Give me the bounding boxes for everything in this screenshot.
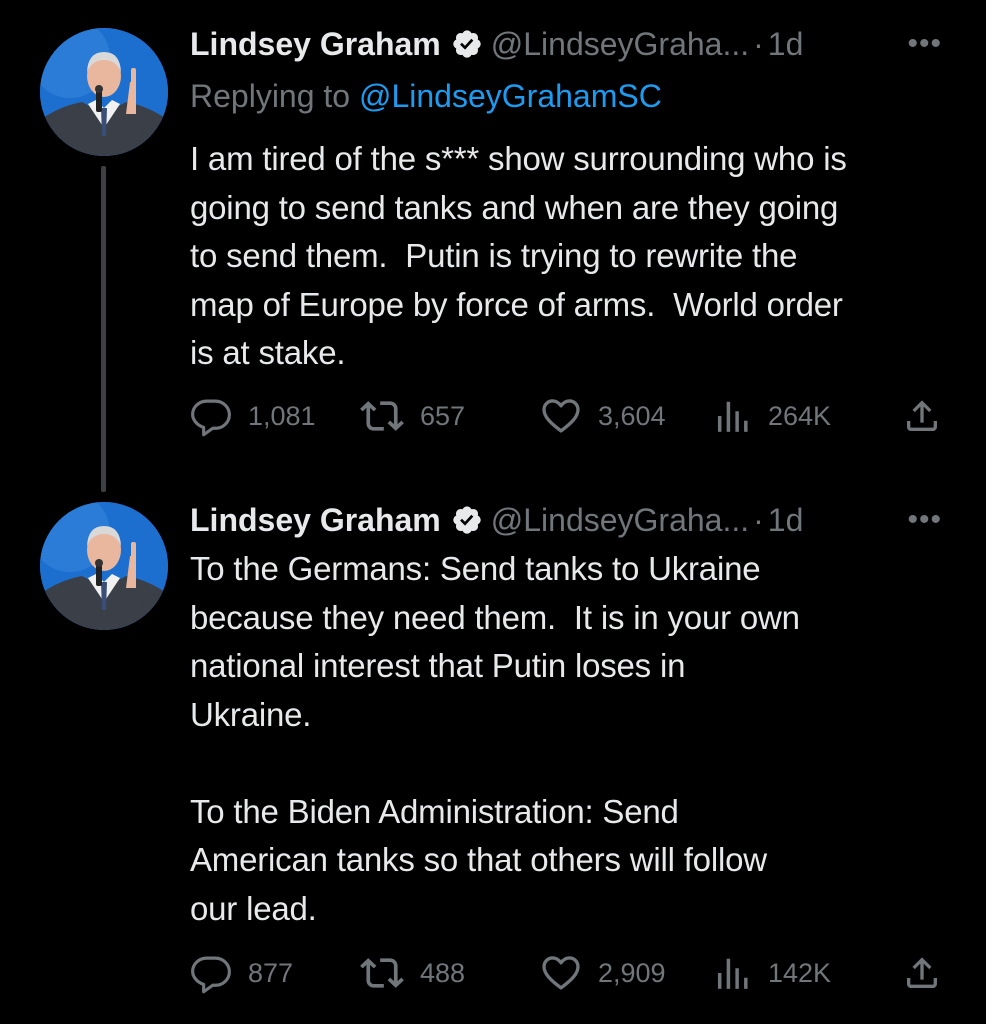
retweet-icon: [360, 394, 404, 438]
tweet-header: Lindsey Graham @LindseyGraha... · 1d •••: [190, 24, 946, 64]
avatar-image: [40, 502, 168, 630]
separator-dot: ·: [753, 26, 764, 62]
replying-to-label: Replying to: [190, 78, 359, 114]
views-button[interactable]: 142K: [714, 951, 831, 995]
retweet-button[interactable]: 657: [360, 394, 465, 438]
avatar-image: [40, 28, 168, 156]
retweet-icon: [360, 951, 404, 995]
reply-button[interactable]: 877: [190, 951, 293, 995]
tweet-actions: 877 488 2,909 142K: [190, 951, 950, 995]
views-count: 264K: [768, 400, 832, 431]
views-icon: [714, 954, 752, 992]
reply-icon: [190, 952, 232, 994]
like-button[interactable]: 3,604: [540, 394, 666, 438]
author-handle[interactable]: @LindseyGraha...: [491, 24, 749, 64]
replying-to: Replying to @LindseyGrahamSC: [190, 76, 662, 116]
verified-badge-icon[interactable]: [451, 504, 483, 536]
share-button[interactable]: [902, 394, 942, 438]
more-icon[interactable]: •••: [907, 500, 942, 540]
more-icon[interactable]: •••: [907, 24, 942, 64]
like-count: 3,604: [598, 400, 666, 431]
reply-icon: [190, 395, 232, 437]
reply-count: 1,081: [248, 400, 316, 431]
avatar[interactable]: [40, 28, 168, 156]
share-icon: [902, 396, 942, 436]
verified-badge-icon[interactable]: [451, 28, 483, 60]
tweet-header: Lindsey Graham @LindseyGraha... · 1d •••: [190, 500, 946, 540]
like-count: 2,909: [598, 957, 666, 988]
replying-to-mention[interactable]: @LindseyGrahamSC: [359, 78, 662, 114]
views-button[interactable]: 264K: [714, 394, 831, 438]
reply-button[interactable]: 1,081: [190, 394, 316, 438]
separator-dot: ·: [753, 502, 764, 538]
share-button[interactable]: [902, 951, 942, 995]
tweet-text: To the Germans: Send tanks to Ukraine be…: [190, 550, 800, 927]
like-icon: [540, 952, 582, 994]
views-count: 142K: [768, 957, 832, 988]
retweet-count: 488: [420, 957, 466, 988]
retweet-count: 657: [420, 400, 466, 431]
timestamp[interactable]: 1d: [768, 500, 804, 540]
avatar[interactable]: [40, 502, 168, 630]
tweet-1[interactable]: Lindsey Graham @LindseyGraha... · 1d •••…: [0, 0, 986, 500]
author-name[interactable]: Lindsey Graham: [190, 500, 441, 540]
tweet-2[interactable]: Lindsey Graham @LindseyGraha... · 1d •••…: [0, 500, 986, 1024]
share-icon: [902, 953, 942, 993]
author-handle[interactable]: @LindseyGraha...: [491, 500, 749, 540]
tweet-text: I am tired of the s*** show surrounding …: [190, 140, 847, 371]
like-button[interactable]: 2,909: [540, 951, 666, 995]
author-name[interactable]: Lindsey Graham: [190, 24, 441, 64]
reply-count: 877: [248, 957, 294, 988]
timestamp[interactable]: 1d: [768, 24, 804, 64]
tweet-actions: 1,081 657 3,604 264K: [190, 394, 950, 438]
retweet-button[interactable]: 488: [360, 951, 465, 995]
views-icon: [714, 397, 752, 435]
like-icon: [540, 395, 582, 437]
